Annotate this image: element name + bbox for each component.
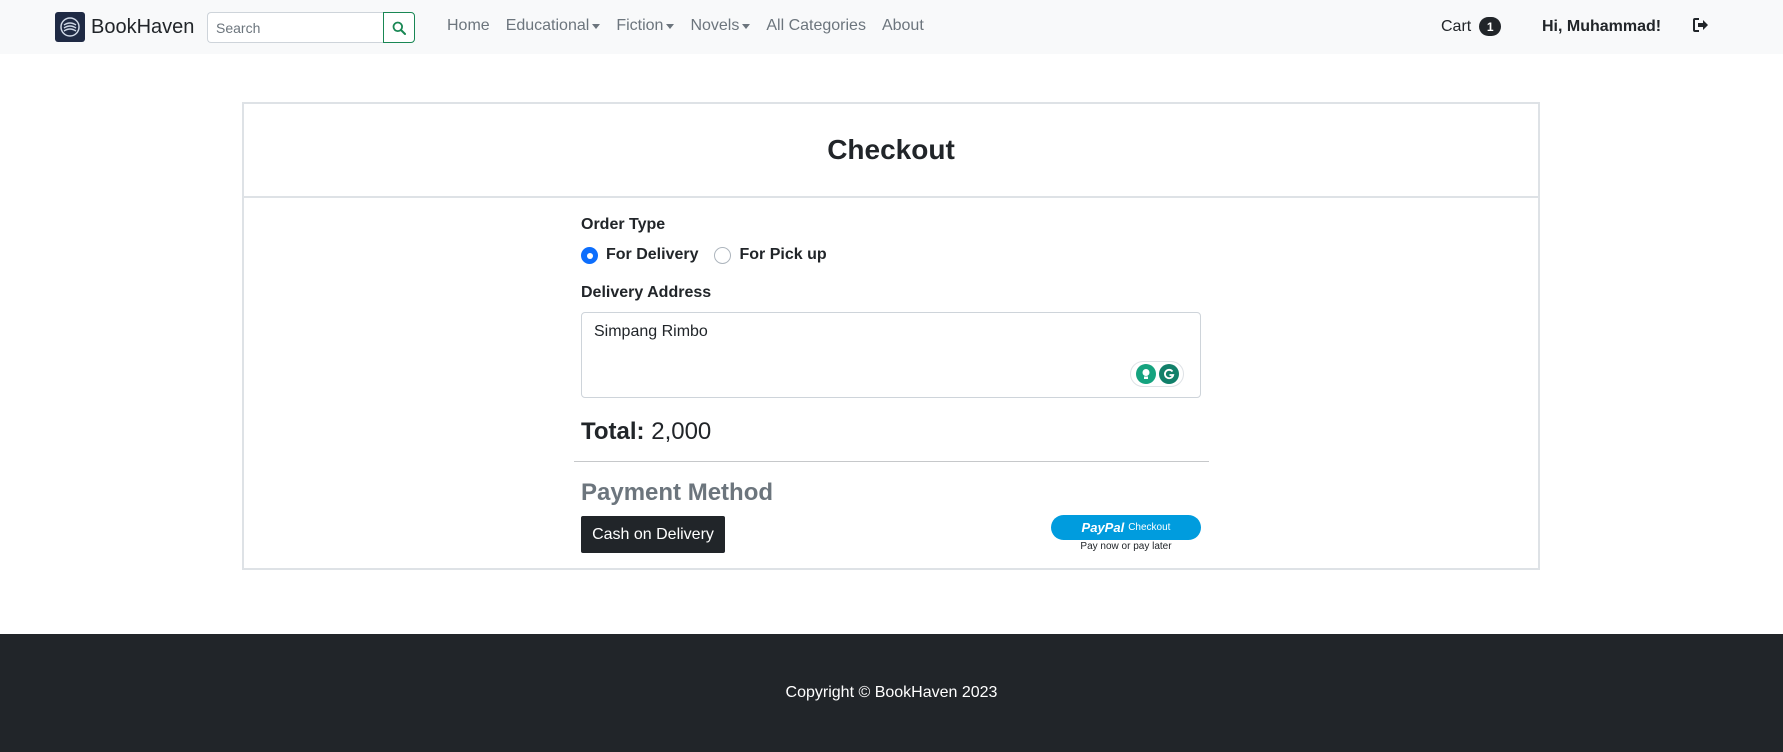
radio-delivery[interactable]: For Delivery: [581, 246, 698, 264]
paypal-tagline: Pay now or pay later: [1080, 541, 1172, 552]
nav-fiction-label: Fiction: [616, 17, 664, 34]
total-label: Total:: [581, 418, 645, 445]
nav-about-label: About: [881, 17, 924, 34]
nav-novels-label: Novels: [690, 17, 740, 34]
radio-delivery-label: For Delivery: [606, 246, 699, 263]
radio-delivery-input[interactable]: [581, 246, 598, 264]
page-title: Checkout: [827, 134, 955, 165]
paypal-logo: PayPal: [1081, 520, 1125, 535]
logout-button[interactable]: [1693, 18, 1709, 37]
bookhaven-logo: [55, 12, 85, 42]
copyright-text: Copyright © BookHaven 2023: [785, 684, 998, 701]
divider: [574, 461, 1209, 462]
total-value: 2,000: [651, 418, 712, 445]
nav-educational-dropdown[interactable]: Educational: [506, 17, 601, 35]
lightbulb-icon[interactable]: [1135, 364, 1156, 384]
radio-pickup-label: For Pick up: [739, 246, 827, 263]
logout-icon: [1693, 18, 1708, 32]
nav-all-categories-label: All Categories: [766, 17, 866, 34]
navbar: BookHaven Home Educational Fiction Novel…: [0, 0, 1783, 54]
delivery-address-field[interactable]: Simpang Rimbo: [581, 312, 1201, 398]
brand-link[interactable]: BookHaven: [55, 12, 194, 42]
paypal-checkout-button[interactable]: PayPal Checkout: [1051, 515, 1201, 540]
radio-pickup-input[interactable]: [714, 246, 732, 264]
nav-about[interactable]: About: [882, 17, 924, 35]
nav-educational-label: Educational: [505, 17, 590, 34]
delivery-address-label: Delivery Address: [581, 284, 712, 301]
nav-links: Home Educational Fiction Novels All Cate…: [447, 17, 940, 35]
order-total: Total: 2,000: [581, 418, 1201, 446]
brand-name: BookHaven: [91, 15, 195, 38]
nav-novels-dropdown[interactable]: Novels: [690, 17, 751, 35]
radio-pickup[interactable]: For Pick up: [714, 246, 827, 264]
search-input[interactable]: [207, 12, 383, 43]
order-type-group: For Delivery For Pick up: [581, 246, 1201, 264]
caret-down-icon: [592, 23, 601, 29]
nav-all-categories[interactable]: All Categories: [766, 17, 866, 35]
cart-link[interactable]: Cart 1: [1441, 17, 1502, 36]
checkout-form: Order Type For Delivery For Pick up Deli…: [581, 216, 1201, 446]
search-form: [207, 12, 415, 43]
checkout-card: Checkout Order Type For Delivery For Pic…: [242, 102, 1540, 570]
caret-down-icon: [666, 23, 675, 29]
grammarly-widget[interactable]: [1130, 361, 1184, 387]
search-button[interactable]: [383, 12, 415, 43]
caret-down-icon: [742, 23, 751, 29]
checkout-header: Checkout: [244, 104, 1538, 198]
grammarly-icon[interactable]: [1158, 364, 1179, 384]
cart-label: Cart: [1441, 17, 1472, 35]
search-icon: [392, 21, 406, 35]
user-greeting: Hi, Muhammad!: [1542, 18, 1662, 35]
order-type-label: Order Type: [581, 216, 666, 233]
nav-fiction-dropdown[interactable]: Fiction: [616, 17, 675, 35]
paypal-checkout-label: Checkout: [1128, 522, 1171, 533]
nav-home[interactable]: Home: [447, 17, 490, 35]
delivery-address-value: Simpang Rimbo: [594, 323, 708, 340]
nav-home-label: Home: [447, 17, 490, 34]
footer: Copyright © BookHaven 2023: [0, 634, 1783, 752]
payment-method-title: Payment Method: [581, 479, 774, 506]
cash-on-delivery-button[interactable]: Cash on Delivery: [581, 516, 725, 553]
cart-count-badge: 1: [1479, 17, 1502, 36]
